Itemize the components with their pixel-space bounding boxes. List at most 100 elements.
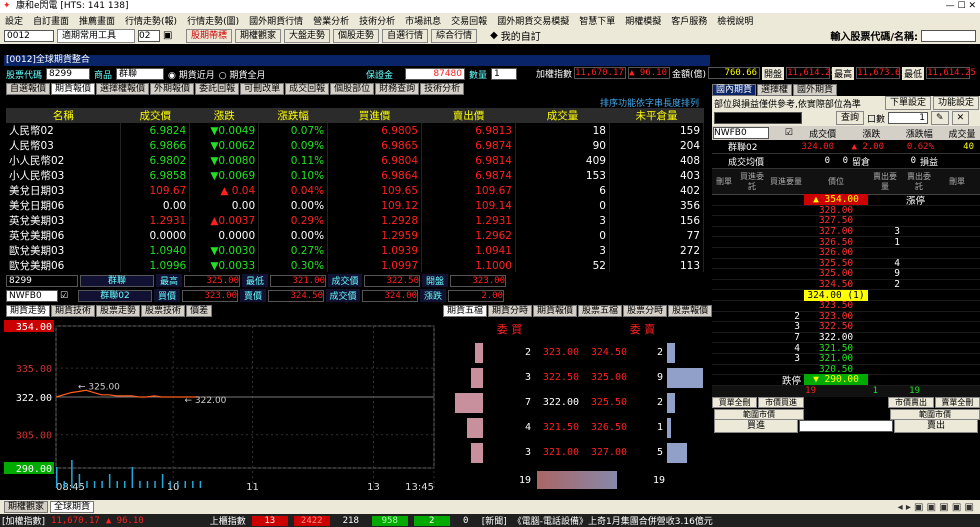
menu-item-2[interactable]: 推薦畫面 xyxy=(74,14,120,27)
book-ask-price[interactable]: 325.50 xyxy=(579,397,627,408)
book-tab-3[interactable]: 股票五檔 xyxy=(578,305,623,317)
ladder-price[interactable]: 324.50 xyxy=(804,279,868,290)
order-settings-button[interactable]: 下單設定 xyxy=(884,96,931,110)
toolbar-button-0[interactable]: 股期帶標 xyxy=(186,28,233,43)
quote-row[interactable]: 英兌美期03 1.2931 ▲0.0037 0.29% 1.2928 1.2931 3 156 xyxy=(6,213,705,228)
book-tab-4[interactable]: 股票分時 xyxy=(623,305,668,317)
menu-item-11[interactable]: 智慧下單 xyxy=(574,14,620,27)
book-buy-price[interactable]: 322.50 xyxy=(531,372,579,383)
chart-tab-3[interactable]: 股票技術 xyxy=(141,305,186,317)
ladder-button-3[interactable]: 市價賣出 xyxy=(888,397,934,409)
book-ask-price[interactable]: 324.50 xyxy=(579,347,627,358)
menu-item-1[interactable]: 自訂畫面 xyxy=(28,14,74,27)
ladder-price[interactable]: 321.00 xyxy=(804,353,868,364)
ladder-price[interactable]: 321.50 xyxy=(804,343,868,354)
ladder-button-4[interactable]: 賣單全刪 xyxy=(934,397,980,409)
ladder-row[interactable]: ▼ 290.00 跌停 xyxy=(712,374,980,387)
panel-tab-0[interactable]: 自選報價 xyxy=(6,83,51,95)
search-input[interactable] xyxy=(921,29,976,42)
book-buy-price[interactable]: 322.00 xyxy=(531,397,579,408)
right-tab-0[interactable]: 國內期貨 xyxy=(712,83,757,96)
panel-tab-5[interactable]: 可刪改單 xyxy=(240,83,285,95)
quote-row[interactable]: 美兌日期06 0.00 0.00 0.00% 109.12 109.14 0 356 xyxy=(6,198,705,213)
product-select[interactable]: 群聯 xyxy=(116,68,165,80)
chart-tab-4[interactable]: 價差 xyxy=(186,305,213,317)
book-ask-price[interactable]: 325.00 xyxy=(579,372,627,383)
list-icon[interactable]: ▣ xyxy=(163,30,173,41)
bottom-tab-options[interactable]: 期權觀家 xyxy=(4,501,49,513)
ladder-price[interactable]: 325.50 xyxy=(804,258,868,269)
ladder-price[interactable]: 323.00 xyxy=(804,311,868,322)
quote-header-7[interactable]: 未平倉量 xyxy=(609,108,704,123)
quote-row[interactable]: 歐兌美期03 1.0940 ▼0.0030 0.27% 1.0939 1.0941 3 272 xyxy=(6,243,705,258)
menu-item-10[interactable]: 國外期貨交易模擬 xyxy=(492,14,574,27)
book-tab-2[interactable]: 期貨報價 xyxy=(533,305,578,317)
my-custom-link[interactable]: 我的自訂 xyxy=(501,28,541,43)
quote-row[interactable]: 美兌日期03 109.67 ▲ 0.04 0.04% 109.65 109.67 6 402 xyxy=(6,183,705,198)
quote-row[interactable]: 英兌美期06 0.0000 0.0000 0.00% 1.2959 1.2962 0 77 xyxy=(6,228,705,243)
chart-tab-1[interactable]: 期貨技術 xyxy=(51,305,96,317)
query-button[interactable]: 查詢 xyxy=(836,111,865,125)
bottom-tab-global[interactable]: 全球期貨 xyxy=(50,501,95,513)
menu-item-6[interactable]: 營業分析 xyxy=(308,14,354,27)
quote-row[interactable]: 小人民幣02 6.9802 ▼0.0080 0.11% 6.9804 6.9814 409 4… xyxy=(6,153,705,168)
window-controls[interactable]: — ☐ ✕ xyxy=(946,0,976,13)
book-ask-price[interactable]: 326.50 xyxy=(579,422,627,433)
menu-item-0[interactable]: 設定 xyxy=(0,14,28,27)
toolbar-button-3[interactable]: 個股走勢 xyxy=(333,28,380,43)
book-ask-price[interactable]: 327.00 xyxy=(579,447,627,458)
quote-header-1[interactable]: 成交價 xyxy=(120,108,190,123)
right-tab-1[interactable]: 選擇權 xyxy=(757,83,793,96)
qty-input[interactable]: 1 xyxy=(491,68,518,80)
edit-icon[interactable]: ✎ xyxy=(931,111,949,125)
panel-tab-9[interactable]: 技術分析 xyxy=(420,83,465,95)
menu-item-4[interactable]: 行情走勢(圖) xyxy=(182,14,244,27)
radio-near-month[interactable]: ◉ 期貨近月 xyxy=(168,68,215,81)
order-price-field[interactable] xyxy=(799,420,893,433)
ladder-price[interactable]: 327.50 xyxy=(804,215,868,226)
quote-header-2[interactable]: 漲跌 xyxy=(189,108,259,123)
info2-code-select[interactable]: NWFB0 xyxy=(6,289,58,302)
chart-tab-2[interactable]: 股票走勢 xyxy=(96,305,141,317)
menu-item-5[interactable]: 國外期貨行情 xyxy=(244,14,308,27)
menu-item-3[interactable]: 行情走勢(報) xyxy=(120,14,182,27)
book-buy-price[interactable]: 321.00 xyxy=(531,447,579,458)
quote-row[interactable]: 歐兌美期06 1.0996 ▼0.0033 0.30% 1.0997 1.1000 52 11… xyxy=(6,258,705,272)
menu-item-8[interactable]: 市場訊息 xyxy=(400,14,446,27)
quote-row[interactable]: 人民幣02 6.9824 ▼0.0049 0.07% 6.9805 6.9813 18 159 xyxy=(6,123,705,138)
account-field[interactable] xyxy=(714,112,802,124)
menu-item-14[interactable]: 檢視說明 xyxy=(712,14,758,27)
menu-item-12[interactable]: 期權模擬 xyxy=(620,14,666,27)
panel-tab-3[interactable]: 外期報價 xyxy=(150,83,195,95)
ladder-price[interactable]: 326.00 xyxy=(804,247,868,258)
status-news-text[interactable]: 《電腦-電話設備》上奇1月集團合併營收3.16億元 xyxy=(513,514,713,527)
quote-header-0[interactable]: 名稱 xyxy=(6,108,121,123)
tool-list-select[interactable]: 適期常用工具 xyxy=(57,28,135,43)
panel-tab-7[interactable]: 個股部位 xyxy=(330,83,375,95)
book-buy-price[interactable]: 321.50 xyxy=(531,422,579,433)
ladder-price[interactable]: 326.50 xyxy=(804,237,868,248)
ladder-price[interactable]: 322.00 xyxy=(804,332,868,343)
toolbar-button-4[interactable]: 自選行情 xyxy=(382,28,429,43)
book-tab-0[interactable]: 期貨五檔 xyxy=(443,305,488,317)
ladder-price[interactable]: 325.00 xyxy=(804,268,868,279)
quote-header-3[interactable]: 漲跌幅 xyxy=(258,108,328,123)
ladder-price[interactable]: 328.00 xyxy=(804,205,868,216)
menu-item-13[interactable]: 客戶服務 xyxy=(666,14,712,27)
function-settings-button[interactable]: 功能設定 xyxy=(932,96,979,110)
sell-button[interactable]: 賣出 xyxy=(894,419,978,434)
ladder-button-0[interactable]: 買單全刪 xyxy=(712,397,758,409)
ladder-price[interactable]: ▲ 354.00 xyxy=(804,194,868,206)
radio-all-month[interactable]: ○ 期貨全月 xyxy=(219,68,266,81)
chart-tab-0[interactable]: 期貨走勢 xyxy=(6,305,51,317)
panel-tab-2[interactable]: 選擇權報價 xyxy=(96,83,150,95)
lots-input[interactable]: 1 xyxy=(888,112,929,124)
contract-check-icon[interactable]: ☑ xyxy=(785,128,797,138)
ladder-price[interactable]: 320.50 xyxy=(804,364,868,375)
info2-check-icon[interactable]: ☑ xyxy=(60,291,76,301)
panel-tab-8[interactable]: 財務查詢 xyxy=(375,83,420,95)
toolbar-button-2[interactable]: 大盤走勢 xyxy=(284,28,331,43)
tray-icons[interactable]: ◂ ▸ ▣ ▣ ▣ ▣ ▣ xyxy=(898,502,974,513)
toolbar-button-1[interactable]: 期權觀家 xyxy=(235,28,282,43)
ladder-price[interactable]: 324.00 (1) xyxy=(804,289,868,301)
